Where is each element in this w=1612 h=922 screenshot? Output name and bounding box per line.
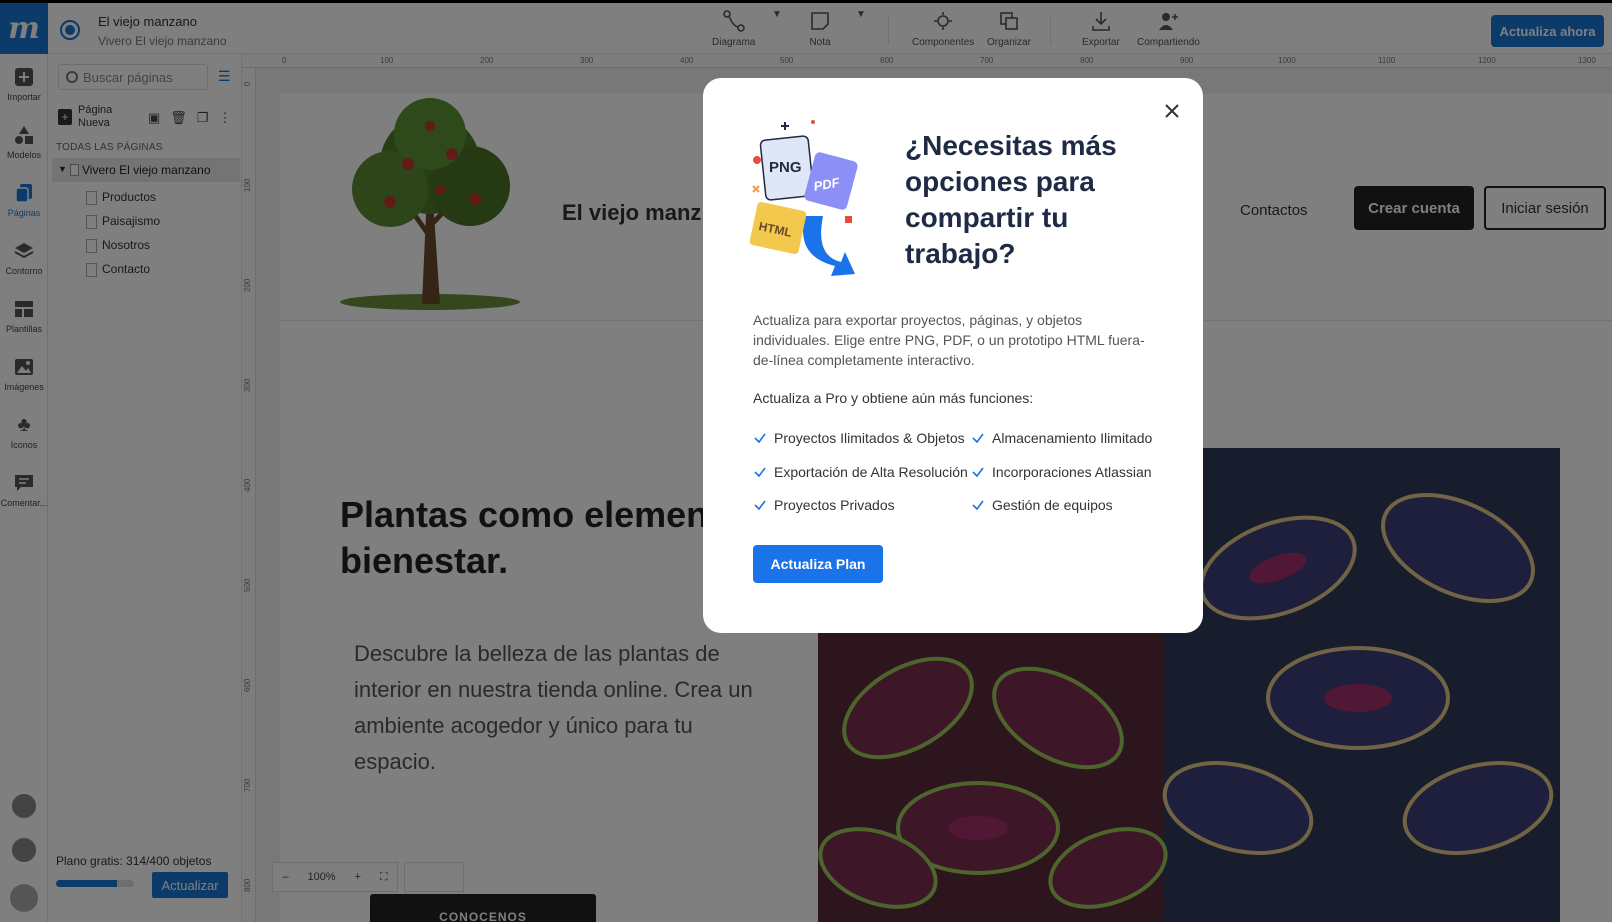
feature-item: Proyectos Ilimitados & Objetos — [753, 430, 965, 446]
feature-item: Exportación de Alta Resolución — [753, 464, 968, 480]
upgrade-modal: PNG PDF HTML ¿Necesitas más opciones par… — [703, 78, 1203, 633]
check-icon — [754, 433, 766, 444]
modal-title: ¿Necesitas más opciones para compartir t… — [905, 130, 1117, 269]
check-icon — [972, 467, 984, 478]
feature-item: Gestión de equipos — [971, 497, 1113, 513]
close-icon[interactable] — [1159, 98, 1185, 124]
feature-label: Proyectos Ilimitados & Objetos — [774, 430, 965, 446]
feature-label: Gestión de equipos — [992, 497, 1113, 513]
png-label: PNG — [769, 159, 802, 176]
check-icon — [972, 500, 984, 511]
feature-item: Incorporaciones Atlassian — [971, 464, 1152, 480]
feature-label: Proyectos Privados — [774, 497, 895, 513]
feature-label: Exportación de Alta Resolución — [774, 464, 968, 480]
check-icon — [754, 467, 766, 478]
feature-label: Almacenamiento Ilimitado — [992, 430, 1153, 446]
modal-subtitle: Actualiza a Pro y obtiene aún más funcio… — [753, 390, 1034, 406]
feature-label: Incorporaciones Atlassian — [992, 464, 1152, 480]
modal-description: Actualiza para exportar proyectos, págin… — [753, 312, 1145, 368]
check-icon — [754, 500, 766, 511]
feature-item: Almacenamiento Ilimitado — [971, 430, 1152, 446]
check-icon — [972, 433, 984, 444]
export-formats-illustration: PNG PDF HTML — [749, 120, 858, 276]
upgrade-plan-button[interactable]: Actualiza Plan — [753, 545, 883, 583]
feature-item: Proyectos Privados — [753, 497, 895, 513]
